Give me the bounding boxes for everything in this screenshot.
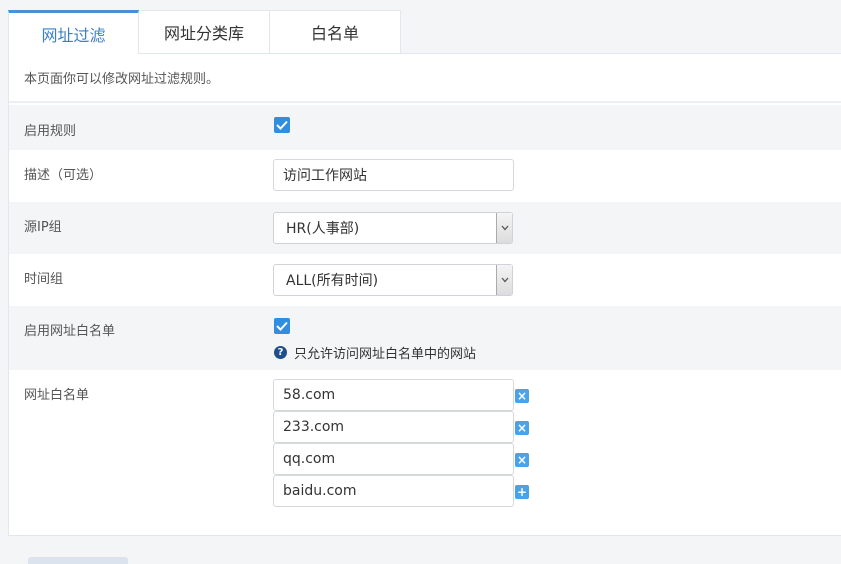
row-source-ip-group: 源IP组 HR(人事部) — [9, 202, 841, 254]
whitelist-entry-input[interactable]: baidu.com — [273, 475, 514, 507]
description-input[interactable]: 访问工作网站 — [273, 159, 514, 191]
description-label: 描述（可选） — [24, 168, 103, 183]
row-enable-rule: 启用规则 — [9, 105, 841, 150]
enable-rule-checkbox[interactable] — [274, 117, 290, 133]
time-group-label: 时间组 — [24, 272, 64, 287]
question-circle-icon: ? — [274, 346, 287, 359]
close-icon[interactable]: × — [515, 453, 529, 467]
time-group-select[interactable]: ALL(所有时间) — [273, 264, 513, 296]
enable-whitelist-checkbox[interactable] — [274, 318, 290, 334]
whitelist-entry-input[interactable]: 58.com — [273, 379, 514, 411]
tab-bar: 网址过滤 网址分类库 白名单 — [8, 10, 401, 54]
source-ip-group-value: HR(人事部) — [286, 221, 360, 237]
source-ip-group-label: 源IP组 — [24, 220, 62, 235]
row-time-group: 时间组 ALL(所有时间) — [9, 254, 841, 306]
chevron-down-icon[interactable] — [496, 213, 512, 243]
chevron-down-icon[interactable] — [496, 265, 512, 295]
tab-url-category-library[interactable]: 网址分类库 — [139, 10, 270, 53]
check-icon — [276, 321, 288, 331]
whitelist-entry-input[interactable]: 233.com — [273, 411, 514, 443]
whitelist-entry-input[interactable]: qq.com — [273, 443, 514, 475]
close-icon[interactable]: × — [515, 421, 529, 435]
row-enable-whitelist: 启用网址白名单 ? 只允许访问网址白名单中的网站 — [9, 306, 841, 370]
check-icon — [276, 120, 288, 130]
close-icon[interactable]: × — [515, 389, 529, 403]
time-group-value: ALL(所有时间) — [286, 273, 379, 289]
rule-edit-panel: 本页面你可以修改网址过滤规则。 启用规则 描述（可选） 访问工作网站 源IP组 … — [8, 53, 841, 536]
tab-url-filter[interactable]: 网址过滤 — [8, 10, 139, 54]
whitelist-hint: ? 只允许访问网址白名单中的网站 — [274, 343, 476, 362]
page-description: 本页面你可以修改网址过滤规则。 — [9, 54, 841, 103]
plus-icon[interactable]: + — [515, 485, 529, 499]
save-button[interactable] — [28, 557, 128, 564]
row-description: 描述（可选） 访问工作网站 — [9, 150, 841, 202]
enable-whitelist-label: 启用网址白名单 — [24, 324, 116, 339]
whitelist-hint-text: 只允许访问网址白名单中的网站 — [294, 347, 477, 362]
row-whitelist: 网址白名单 58.com × 233.com × qq.com × baidu.… — [9, 370, 841, 536]
whitelist-label: 网址白名单 — [24, 388, 90, 403]
source-ip-group-select[interactable]: HR(人事部) — [273, 212, 513, 244]
enable-rule-label: 启用规则 — [24, 124, 77, 139]
tab-whitelist[interactable]: 白名单 — [270, 10, 401, 53]
